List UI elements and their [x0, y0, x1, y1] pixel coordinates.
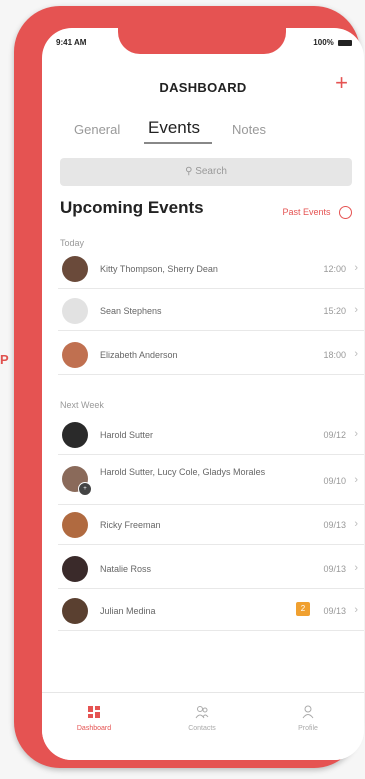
avatar [62, 342, 88, 368]
event-time: 09/13 [323, 564, 346, 574]
page-title: DASHBOARD [159, 80, 247, 95]
segment-tabs: General Events Notes [42, 118, 364, 148]
event-time: 15:20 [323, 306, 346, 316]
active-tab-indicator [144, 142, 212, 144]
battery-percent: 100% [313, 38, 334, 47]
past-events-link[interactable]: Past Events [282, 206, 352, 219]
edge-glyph: P [0, 352, 9, 367]
list-item[interactable]: Ricky Freeman 09/13 › [58, 508, 364, 545]
search-input[interactable]: ⚲ Search [60, 158, 352, 186]
list-item[interactable]: Julian Medina 2 09/13 › [58, 594, 364, 631]
tab-events[interactable]: Events [148, 118, 200, 138]
avatar [62, 422, 88, 448]
status-bar: 9:41 AM 100% [42, 28, 364, 52]
phone-frame: 9:41 AM 100% DASHBOARD + General Events … [14, 6, 364, 768]
tab-dashboard-label: Dashboard [76, 725, 112, 732]
status-time: 9:41 AM [56, 38, 87, 47]
search-placeholder: Search [195, 166, 227, 177]
group-label-next-week: Next Week [60, 400, 104, 410]
history-icon [339, 206, 352, 219]
list-item[interactable]: Sean Stephens 15:20 › [58, 294, 364, 331]
event-name: Julian Medina [100, 606, 156, 616]
list-item[interactable]: Harold Sutter 09/12 › [58, 418, 364, 455]
event-time: 18:00 [323, 350, 346, 360]
search-icon: ⚲ [185, 166, 193, 177]
chevron-right-icon: › [354, 604, 358, 616]
list-item[interactable]: Kitty Thompson, Sherry Dean 12:00 › [58, 252, 364, 289]
chevron-right-icon: › [354, 474, 358, 486]
tab-general[interactable]: General [74, 122, 120, 137]
event-name: Ricky Freeman [100, 520, 161, 530]
chevron-right-icon: › [354, 348, 358, 360]
avatar [62, 598, 88, 624]
event-name: Harold Sutter, Lucy Cole, Gladys Morales [100, 467, 266, 477]
event-time: 09/10 [323, 476, 346, 486]
event-name: Natalie Ross [100, 564, 152, 574]
section-title: Upcoming Events [60, 198, 204, 217]
event-badge: 2 [296, 602, 310, 616]
group-label-today: Today [60, 238, 85, 248]
add-event-button[interactable]: + [335, 72, 348, 94]
event-time: 12:00 [323, 264, 346, 274]
chevron-right-icon: › [354, 562, 358, 574]
event-time: 09/12 [323, 430, 346, 440]
tab-dashboard[interactable]: Dashboard [54, 705, 134, 732]
event-time: 09/13 [323, 606, 346, 616]
event-name: Harold Sutter [100, 430, 154, 440]
avatar [62, 556, 88, 582]
tab-profile-label: Profile [298, 725, 318, 732]
contacts-icon [195, 706, 209, 719]
past-events-label: Past Events [282, 206, 331, 217]
chevron-right-icon: › [354, 518, 358, 530]
dashboard-icon [88, 706, 100, 718]
avatar [62, 512, 88, 538]
chevron-right-icon: › [354, 304, 358, 316]
event-time: 09/13 [323, 520, 346, 530]
event-name: Sean Stephens [100, 306, 162, 316]
profile-icon [302, 705, 314, 719]
chevron-right-icon: › [354, 428, 358, 440]
participant-count-badge: + [78, 482, 92, 496]
list-item[interactable]: + Harold Sutter, Lucy Cole, Gladys Moral… [58, 462, 364, 505]
battery-icon [338, 39, 352, 46]
tab-profile[interactable]: Profile [268, 705, 348, 732]
bottom-tab-bar: Dashboard Contacts Profile [42, 692, 364, 760]
status-battery: 100% [313, 38, 352, 47]
event-name: Kitty Thompson, Sherry Dean [100, 264, 218, 274]
list-item[interactable]: Natalie Ross 09/13 › [58, 552, 364, 589]
tab-notes[interactable]: Notes [232, 122, 266, 137]
app-screen: 9:41 AM 100% DASHBOARD + General Events … [42, 28, 364, 760]
avatar [62, 298, 88, 324]
tab-contacts-label: Contacts [188, 725, 216, 732]
list-item[interactable]: Elizabeth Anderson 18:00 › [58, 338, 364, 375]
chevron-right-icon: › [354, 262, 358, 274]
tab-contacts[interactable]: Contacts [162, 705, 242, 732]
avatar [62, 256, 88, 282]
event-name: Elizabeth Anderson [100, 350, 178, 360]
